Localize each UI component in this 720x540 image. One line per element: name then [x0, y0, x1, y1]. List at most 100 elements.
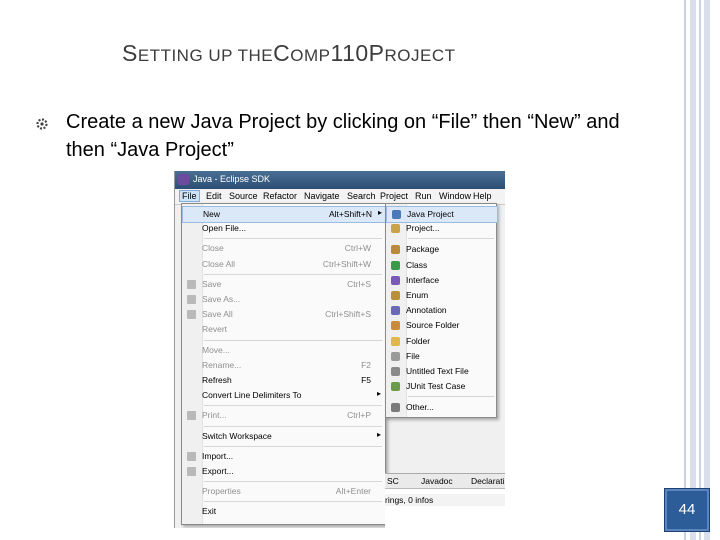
new-submenu-item-folder[interactable]: Folder	[386, 334, 496, 349]
new-submenu-item-interface[interactable]: Interface	[386, 273, 496, 288]
save-icon	[187, 279, 196, 289]
new-submenu-item-enum[interactable]: Enum	[386, 288, 496, 303]
menu-item-label: Move...	[202, 344, 230, 355]
file-menu-item-print[interactable]: Print... Ctrl+P	[182, 408, 385, 423]
new-submenu-item-file[interactable]: File	[386, 349, 496, 364]
tab-problems[interactable]: SC	[387, 476, 399, 486]
window-titlebar: Java - Eclipse SDK	[175, 171, 505, 189]
menu-separator	[204, 445, 382, 447]
file-menu-item-move[interactable]: Move...	[182, 343, 385, 358]
menu-item-label: Save As...	[202, 294, 241, 304]
menu-item-label: Revert	[202, 324, 228, 335]
menu-item-label: Print...	[202, 410, 227, 421]
menu-navigate[interactable]: Navigate	[302, 191, 342, 201]
eclipse-icon	[178, 174, 189, 185]
export-icon	[187, 467, 196, 476]
menu-item-accelerator: Alt+Enter	[335, 486, 371, 497]
page-number: 44	[678, 501, 696, 518]
file-menu-item-export[interactable]: Export...	[182, 464, 385, 479]
new-submenu-item-class[interactable]: Class	[386, 258, 496, 273]
new-submenu-item-package[interactable]: Package	[386, 242, 496, 257]
import-icon	[187, 451, 196, 461]
menu-item-label: Enum	[406, 290, 429, 300]
file-menu-item-switch-workspace[interactable]: Switch Workspace ▸	[182, 429, 385, 444]
bottom-tabs: SC Javadoc Declarati	[385, 474, 505, 489]
junit-icon	[391, 382, 400, 392]
menu-help[interactable]: Help	[471, 191, 494, 201]
menu-separator	[204, 425, 382, 427]
package-icon	[391, 245, 400, 255]
new-submenu-item-annotation[interactable]: Annotation	[386, 303, 496, 318]
menu-edit[interactable]: Edit	[204, 191, 224, 201]
menu-item-label: JUnit Test Case	[406, 381, 466, 392]
menu-refactor[interactable]: Refactor	[261, 191, 299, 201]
menu-item-accelerator: Alt+Shift+N	[329, 209, 372, 219]
menu-item-accelerator: Ctrl+W	[344, 243, 371, 254]
menu-item-label: Open File...	[202, 223, 246, 234]
menu-item-label: Untitled Text File	[406, 366, 469, 376]
source-folder-icon	[391, 321, 400, 331]
file-menu-item-save-as[interactable]: Save As...	[182, 292, 385, 307]
window-title: Java - Eclipse SDK	[193, 174, 271, 184]
tab-declaration[interactable]: Declarati	[471, 476, 505, 486]
file-menu-item-save-all[interactable]: Save All Ctrl+Shift+S	[182, 307, 385, 322]
menu-search[interactable]: Search	[345, 191, 378, 201]
interface-icon	[391, 275, 400, 285]
tab-javadoc[interactable]: Javadoc	[421, 476, 453, 486]
border-line	[684, 0, 686, 540]
enum-icon	[391, 291, 400, 300]
menu-file[interactable]: File	[179, 190, 200, 202]
menu-item-accelerator: Ctrl+P	[347, 410, 371, 421]
border-line	[690, 0, 696, 540]
menu-item-accelerator: F5	[361, 375, 371, 385]
menu-separator	[408, 396, 494, 398]
file-menu-item-close-all[interactable]: Close All Ctrl+Shift+W	[182, 257, 385, 272]
menu-project[interactable]: Project	[378, 191, 410, 201]
annotation-icon	[391, 306, 400, 316]
file-menu-item-properties[interactable]: Properties Alt+Enter	[182, 484, 385, 499]
print-icon	[187, 411, 196, 421]
menu-item-label: Source Folder	[406, 320, 460, 331]
new-submenu-item-other[interactable]: Other...	[386, 400, 496, 415]
class-icon	[391, 260, 400, 270]
menu-item-label: Export...	[202, 466, 234, 476]
new-submenu-item-project[interactable]: Project...	[386, 221, 496, 236]
status-text: rings, 0 infos	[385, 495, 434, 505]
menu-item-label: Java Project	[407, 209, 454, 219]
gear-bullet-icon	[36, 118, 48, 130]
border-line	[704, 0, 710, 540]
menu-item-label: Rename...	[202, 359, 242, 370]
menu-item-label: Exit	[202, 506, 217, 517]
title-part: P	[368, 40, 385, 66]
menu-item-accelerator: Ctrl+S	[347, 278, 371, 289]
menu-window[interactable]: Window	[437, 191, 473, 201]
menu-item-label: Save All	[202, 309, 233, 320]
file-menu: New Alt+Shift+N ▸ Open File... Close Ctrl+W Cl…	[181, 203, 387, 525]
menu-run[interactable]: Run	[413, 191, 434, 201]
file-menu-item-open-file[interactable]: Open File...	[182, 221, 385, 236]
new-submenu-item-source-folder[interactable]: Source Folder	[386, 318, 496, 333]
new-submenu-item-untitled-text-file[interactable]: Untitled Text File	[386, 364, 496, 379]
file-menu-item-refresh[interactable]: Refresh F5	[182, 373, 385, 388]
file-menu-item-rename[interactable]: Rename... F2	[182, 358, 385, 373]
file-menu-item-revert[interactable]: Revert	[182, 322, 385, 337]
file-menu-item-close[interactable]: Close Ctrl+W	[182, 241, 385, 256]
menu-separator	[204, 481, 382, 483]
file-menu-item-save[interactable]: Save Ctrl+S	[182, 277, 385, 292]
file-menu-item-import[interactable]: Import...	[182, 449, 385, 464]
menu-item-label: Import...	[202, 450, 234, 461]
title-part: S	[122, 40, 138, 66]
menu-item-label: Properties	[202, 486, 241, 497]
slide-title: SETTING UP THE COMP110 PROJECT	[122, 40, 456, 67]
file-menu-item-exit[interactable]: Exit	[182, 504, 385, 519]
new-submenu: Java Project Project... Package Class Interf…	[385, 203, 498, 418]
menu-separator	[408, 238, 494, 240]
file-menu-item-convert-line-delimiters-to[interactable]: Convert Line Delimiters To ▸	[182, 388, 385, 403]
menu-item-label: Annotation	[406, 305, 447, 316]
menu-item-label: New	[203, 209, 221, 219]
title-part: ETTING UP THE	[137, 46, 274, 65]
menu-item-label: Save	[202, 278, 222, 289]
menu-item-label: Interface	[406, 274, 440, 285]
menu-source[interactable]: Source	[227, 191, 260, 201]
new-submenu-item-junit-test-case[interactable]: JUnit Test Case	[386, 379, 496, 394]
